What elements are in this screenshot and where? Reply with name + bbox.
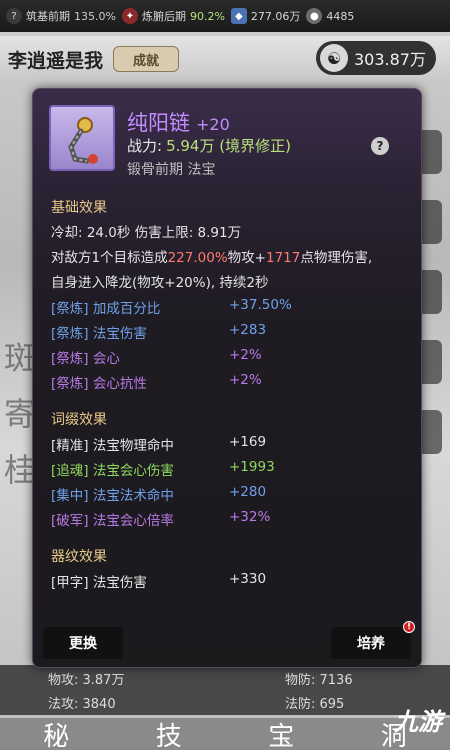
- nav-treasure[interactable]: 宝: [268, 716, 294, 750]
- affix-value: +1993: [229, 459, 275, 475]
- desc-flat: 1717: [265, 250, 301, 266]
- body-cultivation-icon: ✦: [121, 8, 138, 24]
- refine-label: [祭炼] 会心抗性: [51, 376, 147, 392]
- train-button-label: 培养: [357, 636, 385, 652]
- affix-label: [精准] 法宝物理命中: [51, 438, 174, 454]
- engrave-effects-title: 器纹效果: [51, 549, 107, 565]
- refine-row: [祭炼] 法宝伤害 +283: [51, 322, 391, 342]
- currency-value: 303.87万: [354, 50, 426, 69]
- item-name-text: 纯阳链: [127, 111, 190, 135]
- affix-row: [集中] 法宝法术命中 +280: [51, 484, 391, 504]
- realm-1-value: 135.0%: [74, 9, 116, 23]
- realm-2-value: 90.2%: [189, 9, 225, 23]
- affix-label: [集中] 法宝法术命中: [51, 488, 174, 504]
- player-name: 李逍遥是我: [8, 49, 104, 72]
- chain-treasure-icon: [49, 105, 115, 171]
- item-name: 纯阳链 +20: [127, 107, 230, 137]
- character-header: 李逍遥是我 成就 ☯ 303.87万: [0, 36, 450, 82]
- affix-label: [破军] 法宝会心倍率: [51, 513, 174, 529]
- affix-value: +32%: [229, 509, 271, 525]
- mag-atk-stat: 法攻: 3840: [48, 697, 116, 712]
- gold-counter[interactable]: ● 4485: [306, 8, 354, 24]
- refine-value: +37.50%: [229, 297, 292, 313]
- power-value: 5.94万 (境界修正): [166, 137, 291, 155]
- power-label: 战力:: [127, 137, 163, 155]
- train-button[interactable]: 培养 !: [331, 621, 415, 659]
- realm-progress-2[interactable]: ✦ 炼腑后期 90.2%: [121, 8, 225, 24]
- engrave-value: +330: [229, 571, 267, 587]
- site-watermark: 九游: [394, 708, 442, 736]
- spirit-stone-counter[interactable]: ◆ 277.06万: [230, 8, 301, 24]
- engrave-row: [甲字] 法宝伤害 +330: [51, 571, 391, 591]
- refine-row: [祭炼] 加成百分比 +37.50%: [51, 297, 391, 317]
- notification-dot-icon: !: [403, 621, 415, 633]
- cooldown-line: 冷却: 24.0秒 伤害上限: 8.91万: [51, 225, 242, 241]
- refine-row: [祭炼] 会心抗性 +2%: [51, 372, 391, 392]
- chain-icon-art: [68, 117, 98, 164]
- affix-effects-title: 词缀效果: [51, 412, 107, 428]
- character-stats: 物攻: 3.87万 物防: 7136 法攻: 3840 法防: 695: [0, 665, 450, 715]
- refine-value: +2%: [229, 347, 262, 363]
- basic-effects-title: 基础效果: [51, 200, 107, 216]
- skill-description-line-1: 对敌方1个目标造成227.00%物攻+1717点物理伤害,: [51, 246, 372, 266]
- nav-skill[interactable]: 技: [156, 716, 182, 750]
- phys-atk-stat: 物攻: 3.87万: [48, 673, 125, 688]
- top-status-bar: ? 筑基前期 135.0% ✦ 炼腑后期 90.2% ◆ 277.06万 ● 4…: [0, 0, 450, 32]
- engrave-label: [甲字] 法宝伤害: [51, 575, 147, 591]
- skill-description-line-2: 自身进入降龙(物攻+20%), 持续2秒: [51, 275, 269, 291]
- realm-2-label: 炼腑后期: [141, 10, 186, 23]
- item-detail-panel: 纯阳链 +20 战力: 5.94万 (境界修正) 锻骨前期 法宝 ? 基础效果 冷却…: [32, 88, 422, 668]
- refine-label: [祭炼] 会心: [51, 351, 120, 367]
- achievement-button[interactable]: 成就: [113, 46, 180, 72]
- desc-text: 点物理伤害,: [300, 250, 373, 266]
- desc-text: 物攻+: [227, 250, 266, 266]
- refine-label: [祭炼] 加成百分比: [51, 301, 161, 317]
- affix-value: +169: [229, 434, 267, 450]
- phys-def-stat: 物防: 7136: [285, 673, 353, 688]
- replace-button[interactable]: 更换: [43, 627, 123, 659]
- gold-value: 4485: [326, 9, 355, 23]
- item-power: 战力: 5.94万 (境界修正): [127, 135, 291, 156]
- item-subtitle: 锻骨前期 法宝: [127, 162, 216, 178]
- question-icon: ?: [6, 8, 22, 24]
- currency-display[interactable]: ☯ 303.87万: [316, 41, 436, 75]
- mag-def-stat: 法防: 695: [285, 697, 345, 712]
- affix-label: [追魂] 法宝会心伤害: [51, 463, 174, 479]
- help-icon[interactable]: ?: [371, 137, 389, 155]
- realm-1-label: 筑基前期: [26, 10, 70, 23]
- refine-label: [祭炼] 法宝伤害: [51, 326, 147, 342]
- bottom-navigation: 秘 技 宝 洞: [0, 718, 450, 750]
- yin-yang-icon: ☯: [320, 44, 348, 72]
- spirit-stone-value: 277.06万: [250, 10, 301, 23]
- item-enhance-level: +20: [196, 115, 230, 134]
- affix-value: +280: [229, 484, 267, 500]
- nav-secret[interactable]: 秘: [43, 716, 69, 750]
- coin-icon: ●: [306, 8, 323, 24]
- affix-row: [追魂] 法宝会心伤害 +1993: [51, 459, 391, 479]
- refine-value: +2%: [229, 372, 262, 388]
- crystal-icon: ◆: [230, 8, 247, 24]
- realm-progress-1[interactable]: ? 筑基前期 135.0%: [6, 8, 116, 24]
- desc-text: 对敌方1个目标造成: [51, 250, 168, 266]
- refine-value: +283: [229, 322, 267, 338]
- refine-row: [祭炼] 会心 +2%: [51, 347, 391, 367]
- affix-row: [精准] 法宝物理命中 +169: [51, 434, 391, 454]
- affix-row: [破军] 法宝会心倍率 +32%: [51, 509, 391, 529]
- desc-percent: 227.00%: [167, 250, 228, 266]
